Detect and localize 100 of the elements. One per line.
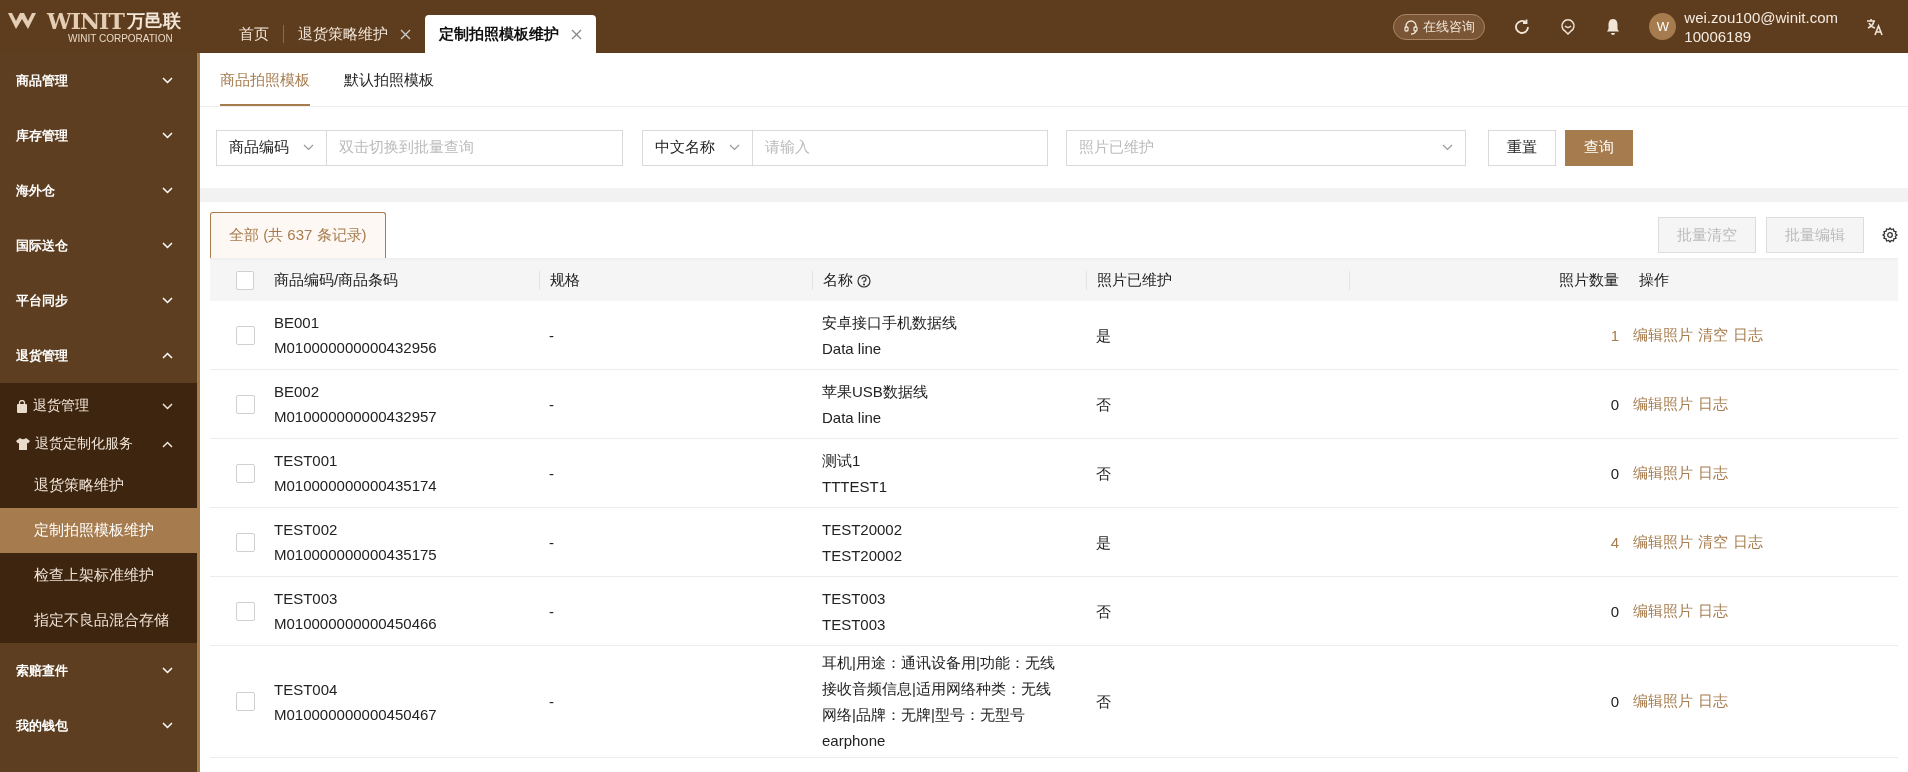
photo-count: 0 (1610, 395, 1619, 413)
column-header: 照片数量 (1559, 271, 1619, 290)
submenu-item[interactable]: 退货管理 (0, 387, 197, 425)
action-link[interactable]: 编辑照片 (1633, 692, 1693, 711)
user-avatar[interactable]: W (1649, 13, 1677, 40)
menu-item[interactable]: 国际送仓 (0, 218, 197, 273)
photo-count: 0 (1610, 464, 1619, 482)
spec-cell-text: - (548, 325, 555, 346)
checkbox[interactable] (236, 463, 255, 483)
photo-count[interactable]: 1 (1610, 326, 1619, 344)
menu-item[interactable]: 平台同步 (0, 273, 197, 328)
product-barcode: M010000000000450466 (274, 614, 438, 634)
photo-count: 0 (1610, 602, 1619, 620)
action-link[interactable]: 编辑照片 (1633, 463, 1693, 483)
logo-name: 万邑联 (126, 9, 181, 33)
action-link[interactable]: 日志 (1698, 463, 1728, 483)
close-icon[interactable] (400, 28, 411, 40)
submenu-link[interactable]: 指定不良品混合存储 (0, 598, 197, 643)
menu-item[interactable]: 退货管理 (0, 328, 197, 383)
product-code: TEST004 (274, 679, 339, 700)
product-barcode: M010000000000435174 (274, 476, 438, 496)
submenu-item[interactable]: 退货定制化服务 (0, 425, 197, 463)
action-link[interactable]: 编辑照片 (1633, 532, 1693, 552)
spec-cell-text: - (548, 532, 555, 553)
chevron-down-icon (1442, 144, 1453, 151)
column-header: 操作 (1639, 271, 1669, 290)
help-icon[interactable] (857, 273, 871, 288)
chevron-down-icon (303, 144, 314, 151)
spec-cell-text: - (548, 692, 555, 712)
checkbox[interactable] (236, 692, 255, 711)
english-name: earphone (822, 731, 887, 751)
maintained-cell-text: 是 (1095, 325, 1112, 346)
code-type-select[interactable]: 商品编码 (216, 129, 327, 166)
chat-icon[interactable] (1559, 17, 1578, 36)
menu-item[interactable]: 我的钱包 (0, 698, 197, 753)
checkbox[interactable] (236, 394, 255, 414)
refresh-icon[interactable] (1513, 17, 1532, 36)
maintained-cell-text: 是 (1095, 532, 1112, 553)
settings-icon[interactable] (1882, 227, 1898, 243)
action-link[interactable]: 清空 (1698, 325, 1728, 345)
search-button[interactable]: 查询 (1565, 129, 1633, 166)
photo-count[interactable]: 4 (1610, 533, 1619, 551)
checkbox[interactable] (236, 532, 255, 552)
action-link[interactable]: 日志 (1698, 692, 1728, 711)
checkbox[interactable] (236, 325, 255, 345)
action-link[interactable]: 日志 (1733, 532, 1763, 552)
close-icon[interactable] (571, 28, 582, 40)
content-tab[interactable]: 商品拍照模板 (220, 71, 310, 106)
submenu-link[interactable]: 定制拍照模板维护 (0, 508, 197, 553)
product-code: TEST003 (274, 589, 339, 609)
action-link[interactable]: 编辑照片 (1633, 394, 1693, 414)
logo-text: WINIT (47, 9, 124, 32)
action-link[interactable]: 日志 (1733, 325, 1763, 345)
shirt-icon (16, 438, 30, 450)
submenu-label: 退货管理 (33, 397, 89, 415)
menu-item[interactable]: 海外仓 (0, 163, 197, 218)
action-link[interactable]: 编辑照片 (1633, 325, 1693, 345)
menu-label: 索赔查件 (16, 661, 68, 680)
submenu-link[interactable]: 检查上架标准维护 (0, 553, 197, 598)
product-barcode: M010000000000432957 (274, 407, 438, 427)
menu-label: 库存管理 (16, 126, 68, 145)
product-barcode: M010000000000432956 (274, 338, 438, 358)
action-link[interactable]: 编辑照片 (1633, 601, 1693, 621)
bell-icon[interactable] (1605, 17, 1622, 36)
spec-cell-text: - (548, 463, 555, 484)
chevron-down-icon (729, 144, 740, 151)
action-link[interactable]: 日志 (1698, 394, 1728, 414)
menu-item[interactable]: 商品管理 (0, 53, 197, 108)
name-type-select[interactable]: 中文名称 (642, 129, 753, 166)
product-barcode: M010000000000435175 (274, 545, 438, 565)
all-records-tab[interactable]: 全部 (共 637 条记录) (210, 212, 386, 258)
product-code: TEST001 (274, 451, 339, 471)
english-name: TEST003 (822, 614, 887, 635)
column-header: 照片已维护 (1097, 271, 1172, 290)
submenu-link[interactable]: 退货策略维护 (0, 463, 197, 508)
menu-item[interactable]: 库存管理 (0, 108, 197, 163)
online-consult-button[interactable]: 在线咨询 (1393, 13, 1486, 40)
menu-label: 退货管理 (16, 346, 68, 365)
product-barcode: M010000000000450467 (274, 704, 438, 725)
content-tab[interactable]: 默认拍照模板 (344, 71, 434, 106)
logo-subtitle: WINIT CORPORATION (68, 32, 174, 45)
translate-icon[interactable] (1866, 17, 1884, 36)
action-link[interactable]: 日志 (1698, 601, 1728, 621)
english-name: TTTEST1 (822, 476, 888, 497)
menu-item[interactable]: 索赔查件 (0, 643, 197, 698)
photo-count: 0 (1610, 693, 1619, 710)
action-link[interactable]: 清空 (1698, 532, 1728, 552)
spec-cell-text: - (548, 601, 555, 622)
checkbox[interactable] (236, 271, 254, 290)
menu-label: 国际送仓 (16, 236, 68, 255)
page-tab[interactable]: 首页 (225, 15, 283, 53)
reset-button[interactable]: 重置 (1488, 129, 1556, 166)
page-tab[interactable]: 定制拍照模板维护 (425, 15, 596, 53)
column-header: 商品编码/商品条码 (274, 271, 399, 290)
checkbox[interactable] (236, 601, 255, 621)
page-tab[interactable]: 退货策略维护 (284, 15, 425, 53)
maintained-cell-text: 否 (1095, 394, 1112, 415)
menu-label: 平台同步 (16, 291, 68, 310)
chinese-name: TEST20002 (822, 519, 904, 540)
headset-icon (1403, 18, 1420, 35)
